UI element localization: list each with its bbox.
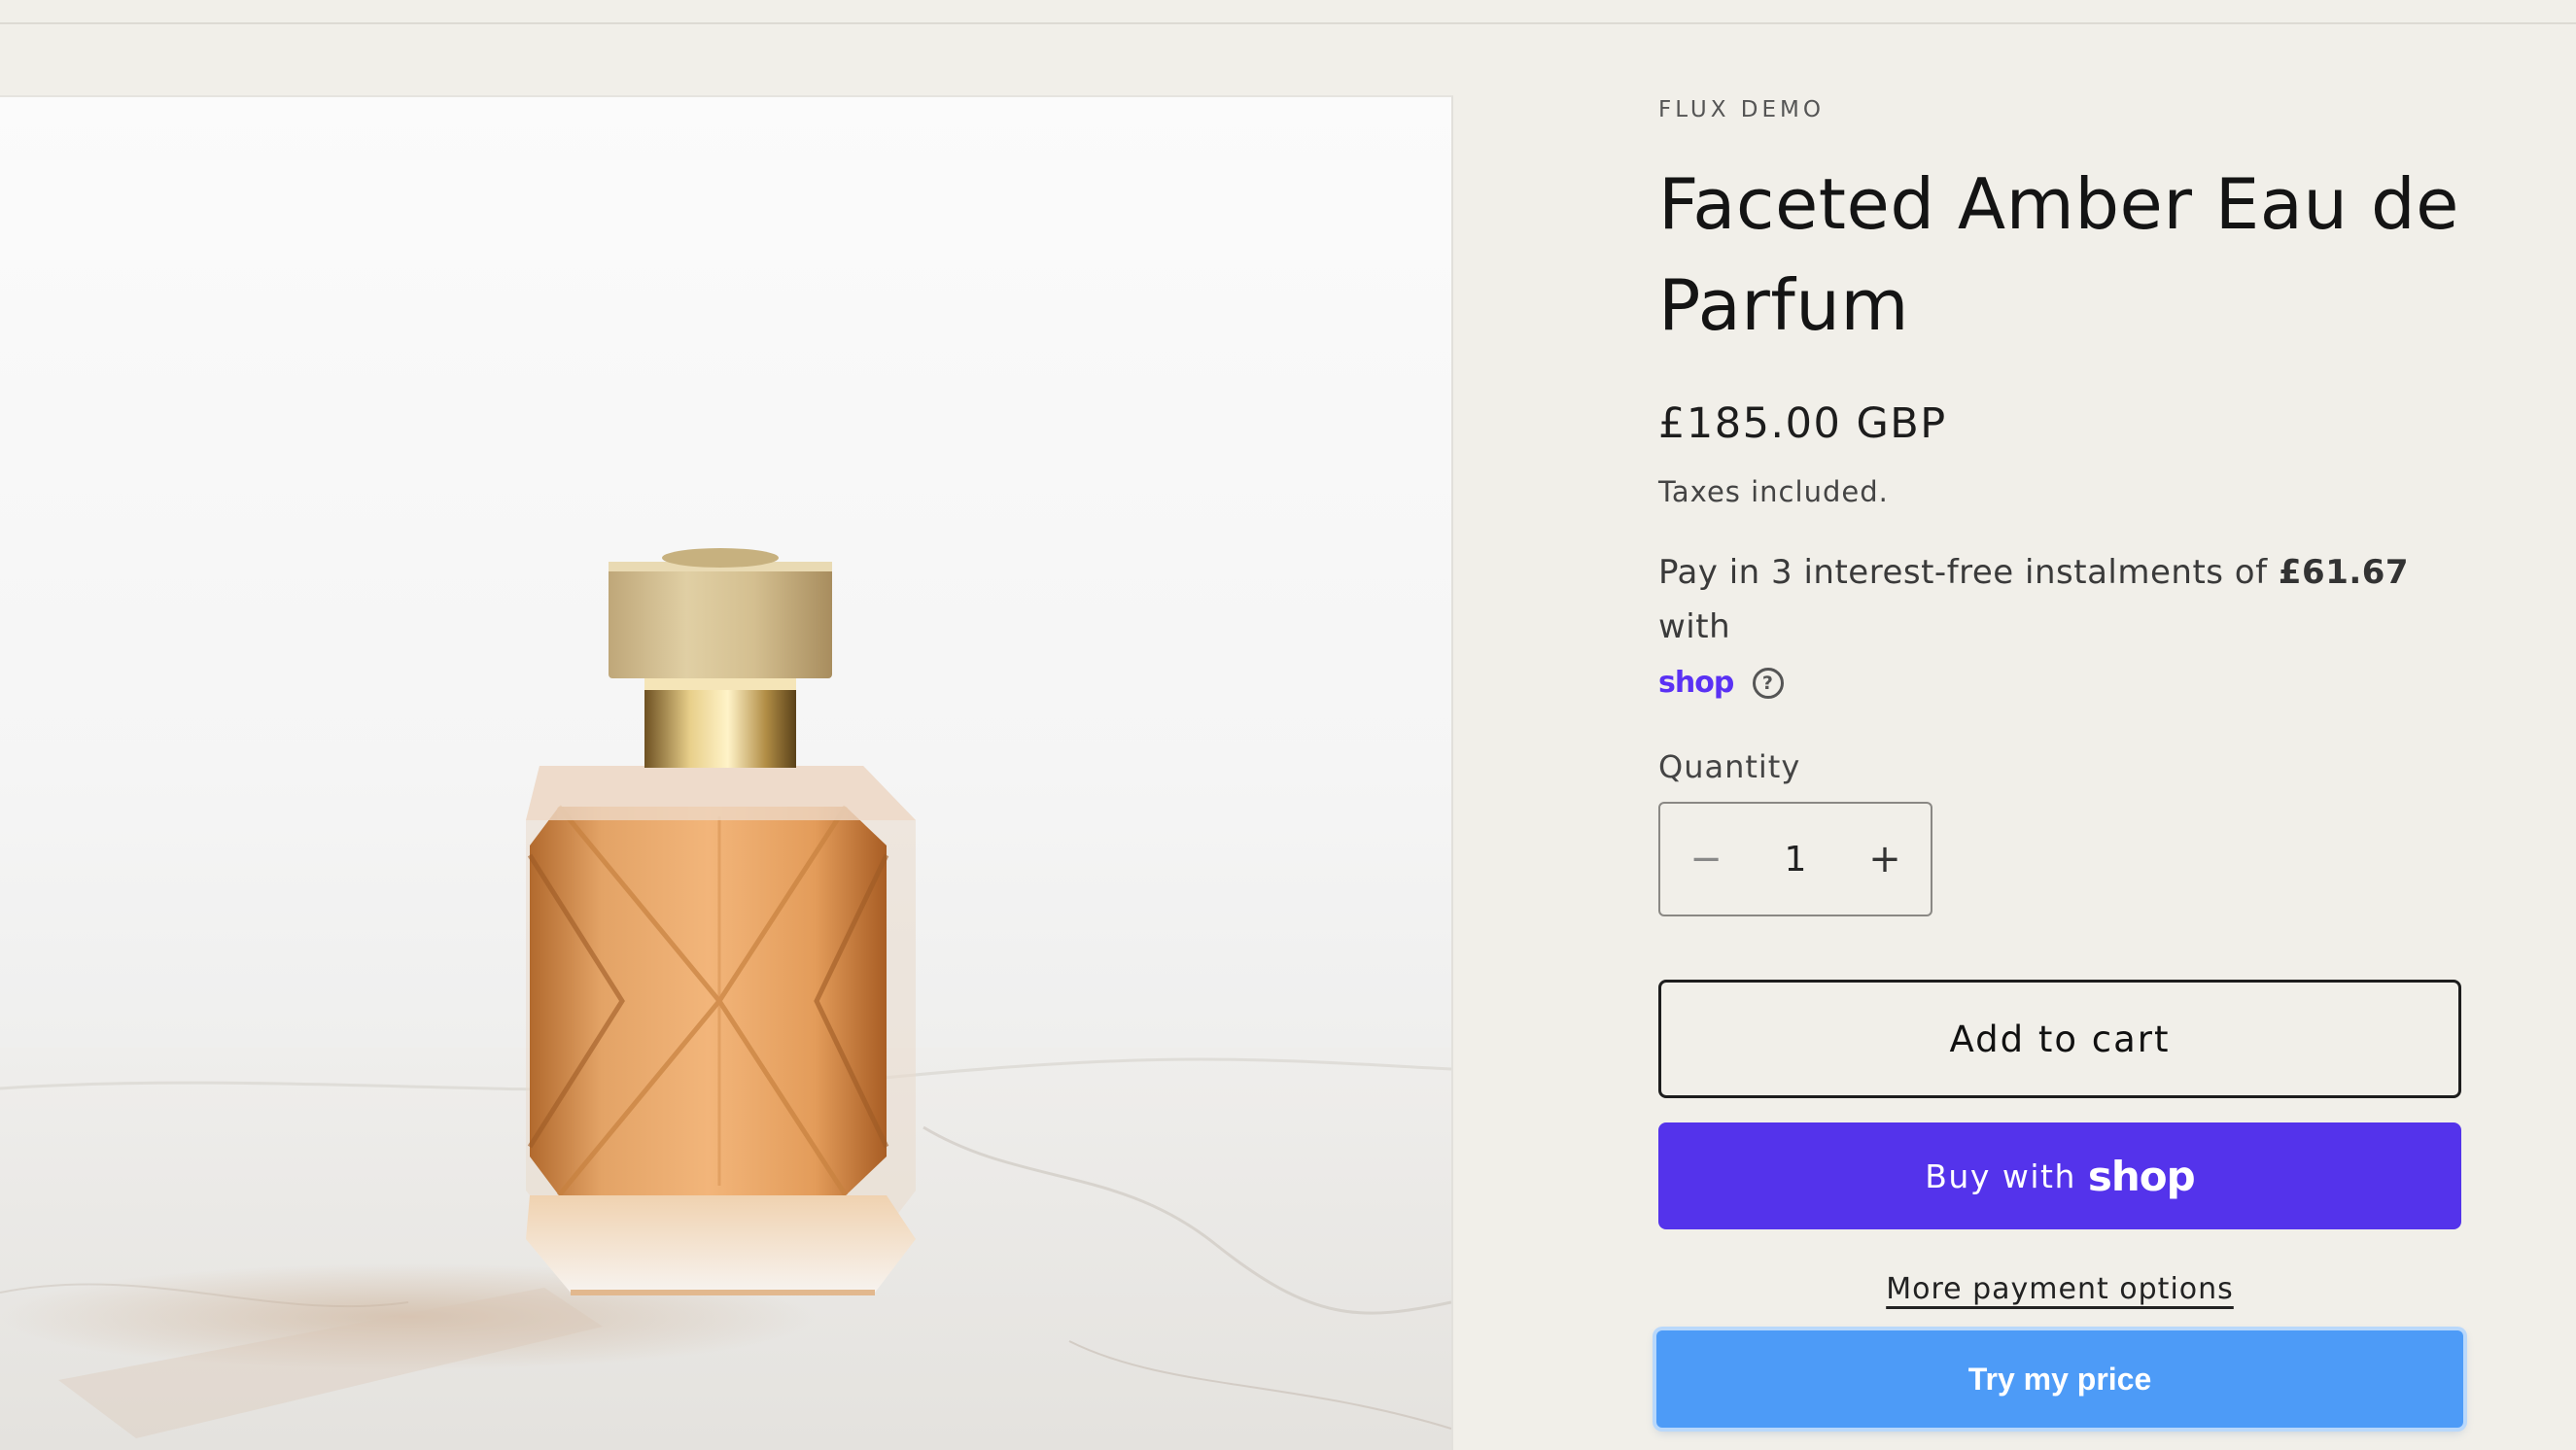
installments-text-after: with [1658, 607, 1731, 646]
installments-amount: £61.67 [2278, 553, 2410, 592]
quantity-label: Quantity [1658, 748, 1801, 785]
add-to-cart-button[interactable]: Add to cart [1658, 980, 2461, 1098]
quantity-decrease-button[interactable]: − [1660, 804, 1752, 915]
installments-banner: Pay in 3 interest-free instalments of £6… [1658, 545, 2461, 710]
quantity-stepper: − 1 + [1658, 802, 1932, 916]
taxes-note: Taxes included. [1658, 475, 1889, 508]
more-payment-options-link[interactable]: More payment options [1886, 1272, 2234, 1306]
product-title: Faceted Amber Eau de Parfum [1658, 163, 2459, 346]
product-vendor: FLUX DEMO [1658, 97, 1825, 122]
product-image[interactable] [0, 95, 1453, 1450]
perfume-bottle-illustration [0, 548, 1451, 1450]
more-payment-options: More payment options [1658, 1272, 2461, 1306]
product-info: FLUX DEMO Faceted Amber Eau de Parfum £1… [1656, 95, 2463, 1428]
buy-with-shop-button[interactable]: Buy with shop [1658, 1122, 2461, 1229]
help-icon[interactable]: ? [1752, 667, 1784, 699]
installments-text-before: Pay in 3 interest-free instalments of [1658, 553, 2279, 592]
shop-pay-logo: shop [1658, 666, 1734, 700]
product-price: £185.00 GBP [1658, 399, 1947, 448]
shop-logo: shop [2087, 1152, 2196, 1200]
quantity-input[interactable]: 1 [1757, 840, 1834, 880]
buy-with-label: Buy with [1925, 1157, 2076, 1195]
try-my-price-button[interactable]: Try my price [1656, 1330, 2463, 1428]
header-bottom-border [0, 0, 2576, 24]
quantity-increase-button[interactable]: + [1839, 804, 1931, 915]
